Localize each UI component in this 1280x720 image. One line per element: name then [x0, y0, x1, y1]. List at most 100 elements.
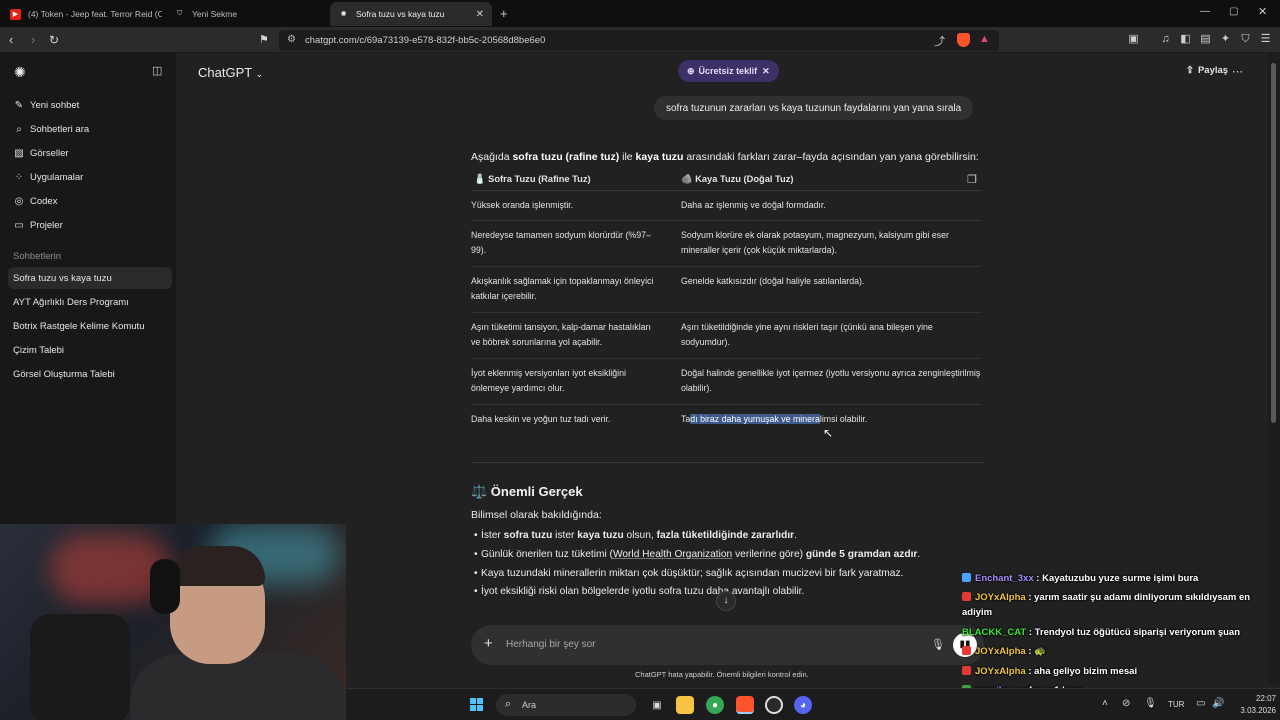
- gaming-chair: [30, 614, 130, 720]
- message-composer[interactable]: + Herhangi bir şey sor 🎙 ▮▮: [471, 625, 984, 665]
- taskbar-search-label: Ara: [522, 700, 537, 710]
- sidebar-item-new-chat[interactable]: ✎ Yeni sohbet: [8, 94, 172, 116]
- scroll-down-button[interactable]: ↓: [716, 591, 736, 611]
- sidebar-chat-item[interactable]: Sofra tuzu vs kaya tuzu: [8, 267, 172, 289]
- vpn-icon[interactable]: ⛉: [1239, 33, 1252, 46]
- close-icon[interactable]: ✕: [762, 66, 770, 77]
- scrollbar-thumb[interactable]: [1271, 63, 1276, 423]
- reader-icon[interactable]: ▣: [1127, 33, 1140, 46]
- taskbar-search[interactable]: ⌕ Ara: [496, 694, 636, 716]
- more-options-icon[interactable]: ⋯: [1232, 65, 1243, 78]
- bullet-text: Günlük önerilen tuz tüketimi (: [481, 549, 613, 560]
- forward-icon[interactable]: ›: [31, 32, 35, 48]
- codex-icon: ◎: [14, 195, 24, 207]
- brave-icon[interactable]: [736, 696, 754, 714]
- sidebar-item-images[interactable]: ▨ Görseller: [8, 142, 172, 164]
- intro-text: ile: [619, 151, 636, 163]
- bullet-link[interactable]: World Health Organization: [613, 549, 732, 560]
- address-bar[interactable]: ⚙ chatgpt.com/c/69a73139-e578-832f-bb5c-…: [279, 30, 999, 51]
- table-cell: Aşırı tüketildiğinde yine aynı riskleri …: [681, 312, 981, 359]
- chatgpt-icon: ✺: [340, 11, 347, 18]
- chat-text: Trendyol tuz öğütücü siparişi veriyorum …: [1034, 627, 1241, 638]
- obs-icon[interactable]: [765, 696, 783, 714]
- site-info-icon[interactable]: ⚙: [287, 34, 296, 45]
- table-cell: İyot eklenmiş versiyonları iyot eksikliğ…: [471, 358, 681, 405]
- add-attachment-icon[interactable]: +: [484, 635, 493, 653]
- offer-label: Ücretsiz teklif: [698, 66, 758, 76]
- table-cell: Daha keskin ve yoğun tuz tadı verir.: [471, 413, 611, 424]
- display-icon[interactable]: ▭: [1196, 698, 1205, 709]
- message-input[interactable]: Herhangi bir şey sor: [506, 639, 595, 650]
- share-page-icon[interactable]: ⤴: [934, 33, 945, 49]
- brave-shield-icon[interactable]: [957, 33, 970, 47]
- chevron-up-icon[interactable]: ˄: [1102, 698, 1108, 709]
- share-label: Paylaş: [1197, 65, 1229, 76]
- file-explorer-icon[interactable]: [676, 696, 694, 714]
- intro-bold: sofra tuzu (rafine tuz): [512, 151, 620, 163]
- sidebar-chat-label: Çizim Talebi: [13, 344, 65, 356]
- section-intro: Bilimsel olarak bakıldığında:: [471, 509, 602, 521]
- assistant-intro: Aşağıda sofra tuzu (rafine tuz) ile kaya…: [471, 151, 979, 163]
- chat-username: BLACKK_CAT: [962, 627, 1027, 638]
- sidebar-item-codex[interactable]: ◎ Codex: [8, 190, 172, 212]
- close-tab-icon[interactable]: ✕: [476, 9, 484, 20]
- table-row: Akışkanlık sağlamak için topaklanmayı ön…: [471, 266, 981, 313]
- sidebar-chat-item[interactable]: Çizim Talebi: [8, 339, 172, 361]
- streamer-body: [130, 654, 346, 720]
- network-off-icon[interactable]: ⊘: [1122, 698, 1130, 709]
- leo-ai-icon[interactable]: ✦: [1219, 33, 1232, 46]
- reload-icon[interactable]: ↻: [49, 32, 59, 48]
- music-icon[interactable]: ♫: [1159, 33, 1172, 46]
- sidebar-chat-item[interactable]: Görsel Oluşturma Talebi: [8, 363, 172, 385]
- maximize-icon[interactable]: ▢: [1229, 6, 1238, 17]
- back-icon[interactable]: ‹: [9, 32, 13, 48]
- table-header: 🪨 Kaya Tuzu (Doğal Tuz): [681, 170, 981, 191]
- discord-icon[interactable]: ◕: [794, 696, 812, 714]
- windows-taskbar: ⌕ Ara ▣ ● ◕ ˄ ⊘ 🎙 TUR ▭ 🔊 22:07 3.03.202…: [346, 688, 1280, 720]
- share-button[interactable]: ⇪ Paylaş: [1186, 65, 1228, 76]
- wallet-icon[interactable]: ▤: [1199, 33, 1212, 46]
- sidebar-chat-label: Sofra tuzu vs kaya tuzu: [13, 272, 112, 284]
- bookmark-icon[interactable]: ⚑: [259, 32, 269, 48]
- microphone-icon[interactable]: 🎙: [931, 638, 945, 651]
- brave-rewards-icon[interactable]: ▲: [979, 33, 990, 45]
- sidebar-toggle-icon[interactable]: ◧: [1179, 33, 1192, 46]
- task-view-icon[interactable]: ▣: [648, 696, 666, 714]
- sidebar-item-label: Uygulamalar: [30, 171, 84, 183]
- table-cell: Daha az işlenmiş ve doğal formdadır.: [681, 190, 981, 221]
- windows-start-icon[interactable]: [470, 698, 484, 712]
- sidebar-item-projects[interactable]: ▭ Projeler: [8, 214, 172, 236]
- sidebar-chat-item[interactable]: AYT Ağırlıklı Ders Programı: [8, 291, 172, 313]
- minimize-icon[interactable]: —: [1200, 6, 1210, 17]
- list-item: İster sofra tuzu ister kaya tuzu olsun, …: [474, 530, 797, 541]
- table-cell: Neredeyse tamamen sodyum klorürdür (%97–…: [471, 220, 681, 267]
- language-indicator[interactable]: TUR: [1168, 700, 1184, 709]
- clock-time[interactable]: 22:07: [1236, 694, 1276, 703]
- sidebar-item-apps[interactable]: ⁘ Uygulamalar: [8, 166, 172, 188]
- menu-icon[interactable]: ☰: [1259, 33, 1272, 46]
- tab-youtube[interactable]: ▶ (4) Token - Jeep feat. Terror Reid (Of…: [2, 2, 162, 26]
- share-icon: ⇪: [1186, 65, 1194, 76]
- sidebar-chat-item[interactable]: Botrix Rastgele Kelime Komutu: [8, 315, 172, 337]
- free-offer-button[interactable]: ⊕ Ücretsiz teklif ✕: [678, 60, 779, 82]
- new-tab-button[interactable]: +: [500, 6, 508, 21]
- speaker-icon[interactable]: 🔊: [1212, 698, 1224, 709]
- openai-logo-icon[interactable]: ✺: [14, 64, 26, 81]
- sidebar-chat-label: Görsel Oluşturma Talebi: [13, 368, 115, 380]
- sidebar-item-label: Görseller: [30, 147, 69, 159]
- clock-date[interactable]: 3.03.2026: [1226, 706, 1276, 715]
- intro-text: arasındaki farkları zarar–fayda açısında…: [683, 151, 979, 163]
- user-message: sofra tuzunun zararları vs kaya tuzunun …: [654, 96, 974, 120]
- close-window-icon[interactable]: ✕: [1258, 5, 1267, 18]
- chrome-icon[interactable]: ●: [706, 696, 724, 714]
- model-selector[interactable]: ChatGPT ⌄: [198, 65, 263, 80]
- chat-message: JOYxAlpha : yarım saatir şu adamı dinliy…: [962, 592, 1251, 618]
- sidebar-item-search-chats[interactable]: ⌕ Sohbetleri ara: [8, 118, 172, 140]
- collapse-sidebar-icon[interactable]: ◫: [152, 64, 162, 77]
- cell-text: limsi olabilir.: [819, 413, 868, 424]
- tab-new[interactable]: ⛉ Yeni Sekme: [166, 2, 326, 26]
- url-text: chatgpt.com/c/69a73139-e578-832f-bb5c-20…: [305, 35, 546, 46]
- tab-chatgpt[interactable]: ✺ Sofra tuzu vs kaya tuzu ✕: [330, 2, 492, 26]
- microphone-icon[interactable]: 🎙: [1144, 698, 1157, 709]
- chat-username: JOYxAlpha: [975, 646, 1026, 657]
